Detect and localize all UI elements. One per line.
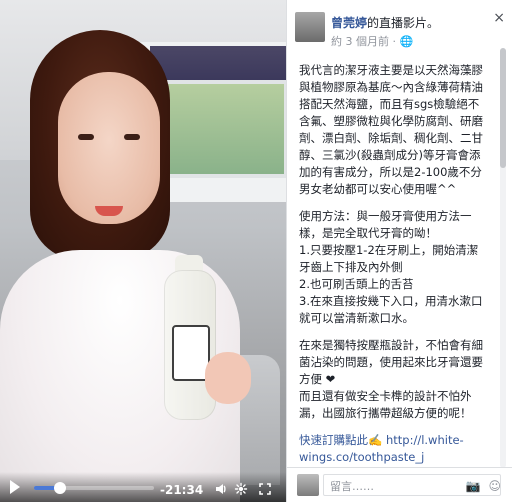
hand — [205, 352, 251, 404]
author-line: 曾莞婷的直播影片。 — [331, 14, 439, 31]
post-meta: 約 3 個月前 · 🌐 — [331, 33, 413, 49]
close-icon[interactable]: × — [493, 10, 505, 26]
post-paragraph: 我代言的潔牙液主要是以天然海藻膠與植物膠原為基底～內含綠薄荷精油搭配天然海鹽，而… — [299, 63, 483, 196]
post-paragraph: 在來是獨特按壓瓶設計，不怕會有細菌沾染的問題，使用起來比牙膏還要方便 ❤ 而且還… — [299, 338, 483, 420]
comment-icons: 📷 ☺ — [466, 479, 501, 493]
post-panel: 曾莞婷的直播影片。 約 3 個月前 · 🌐 × 我代言的潔牙液主要是以天然海藻膠… — [286, 0, 512, 502]
play-icon[interactable] — [10, 480, 20, 494]
progress-knob[interactable] — [54, 482, 67, 494]
live-video[interactable]: -21:34 — [0, 0, 286, 502]
time-remaining: -21:34 — [160, 483, 204, 497]
avatar[interactable] — [295, 12, 325, 42]
left-eye — [78, 134, 94, 140]
right-eye — [124, 134, 140, 140]
post-paragraph: 使用方法：與一般牙膏使用方法一樣，是完全取代牙膏的呦！ 1.只要按壓1-2在牙刷… — [299, 209, 483, 325]
video-controls: -21:34 — [0, 472, 286, 502]
scrollbar-thumb[interactable] — [500, 48, 506, 168]
window-glass — [150, 80, 286, 178]
post-time: 約 3 個月前 · — [331, 35, 400, 48]
fullscreen-icon[interactable] — [258, 482, 272, 496]
comment-avatar — [297, 474, 319, 496]
progress-bar[interactable] — [34, 482, 154, 494]
emoji-icon[interactable]: ☺ — [488, 479, 501, 493]
gear-icon[interactable] — [234, 482, 248, 496]
globe-icon: 🌐 — [399, 35, 414, 48]
author-name[interactable]: 曾莞婷 — [331, 16, 367, 30]
comment-bar: 留言…… 📷 ☺ — [287, 467, 512, 502]
post-body: 我代言的潔牙液主要是以天然海藻膠與植物膠原為基底～內含綠薄荷精油搭配天然海鹽，而… — [299, 62, 489, 483]
camera-icon[interactable]: 📷 — [466, 479, 481, 493]
volume-icon[interactable] — [214, 482, 228, 496]
post-header: 曾莞婷的直播影片。 約 3 個月前 · 🌐 × — [287, 0, 512, 56]
author-suffix: 的直播影片。 — [367, 16, 440, 30]
person-face — [58, 72, 160, 224]
